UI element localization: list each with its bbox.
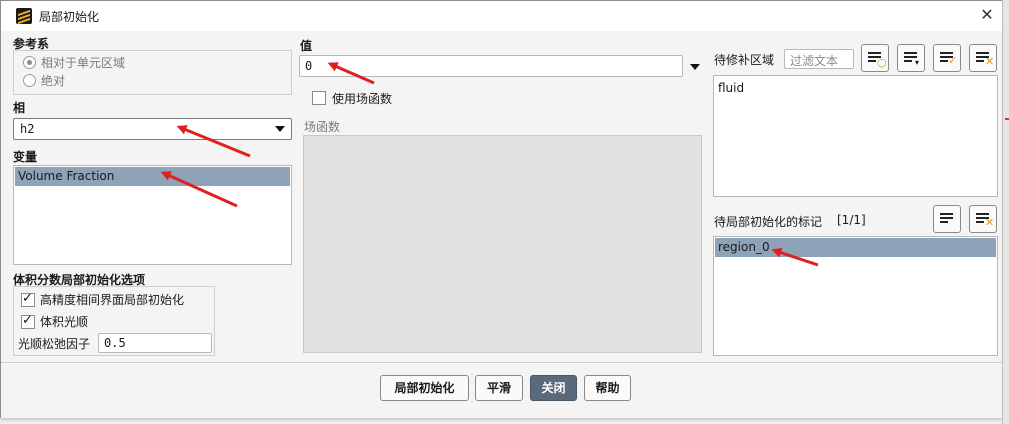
select-all-registers-button[interactable] bbox=[933, 205, 961, 233]
dialog-title: 局部初始化 bbox=[39, 10, 100, 24]
registers-list[interactable]: region_0 bbox=[713, 236, 998, 356]
chevron-down-small-icon: ▾ bbox=[915, 58, 920, 67]
registers-label: 待局部初始化的标记 bbox=[714, 215, 823, 229]
field-function-label: 场函数 bbox=[304, 120, 341, 134]
value-input-text: 0 bbox=[305, 59, 313, 73]
zones-filter-placeholder: 过滤文本 bbox=[790, 54, 839, 68]
clear-zones-button[interactable]: ✕ bbox=[969, 44, 997, 72]
clear-registers-button[interactable]: ✕ bbox=[969, 205, 997, 233]
smooth-button[interactable]: 平滑 bbox=[475, 375, 523, 401]
radio-relative-label: 相对于单元区域 bbox=[41, 56, 126, 70]
close-icon[interactable]: ✕ bbox=[977, 5, 997, 25]
value-label: 值 bbox=[300, 39, 313, 53]
radio-relative[interactable] bbox=[23, 56, 36, 69]
check-zones-button[interactable]: ✓ bbox=[933, 44, 961, 72]
relax-factor-label: 光顺松弛因子 bbox=[18, 337, 91, 351]
close-button[interactable]: 关闭 bbox=[530, 375, 577, 401]
zones-label: 待修补区域 bbox=[714, 53, 775, 67]
vof-options-group: 高精度相间界面局部初始化 体积光顺 光顺松弛因子 0.5 bbox=[13, 286, 215, 356]
select-all-zones-button[interactable]: ○ bbox=[861, 44, 889, 72]
use-field-function-checkbox[interactable] bbox=[312, 91, 326, 105]
relax-factor-input[interactable]: 0.5 bbox=[98, 333, 212, 353]
zone-item-fluid[interactable]: fluid bbox=[718, 81, 744, 95]
variable-list[interactable]: Volume Fraction bbox=[13, 165, 292, 265]
registers-count: [1/1] bbox=[837, 213, 866, 227]
relax-factor-value: 0.5 bbox=[104, 336, 126, 350]
value-dropdown-chevron-icon[interactable] bbox=[690, 64, 700, 70]
field-function-list bbox=[303, 135, 702, 353]
zone-list-menu-button[interactable]: ▾ bbox=[897, 44, 925, 72]
reference-frame-group: 相对于单元区域 绝对 bbox=[13, 50, 292, 95]
checkmark-icon: ✓ bbox=[948, 54, 958, 67]
high-res-label: 高精度相间界面局部初始化 bbox=[40, 293, 185, 307]
patch-button[interactable]: 局部初始化 bbox=[380, 375, 469, 401]
radio-absolute-label: 绝对 bbox=[41, 74, 66, 88]
phase-value: h2 bbox=[20, 122, 35, 136]
value-input[interactable]: 0 bbox=[299, 55, 683, 77]
clear-x-icon: ✕ bbox=[985, 55, 995, 68]
title-bar: 局部初始化 ✕ bbox=[1, 1, 1002, 31]
background-mark bbox=[1005, 118, 1009, 120]
zones-list[interactable]: fluid bbox=[713, 75, 998, 197]
clear-x-icon: ✕ bbox=[985, 216, 995, 229]
radio-absolute[interactable] bbox=[23, 74, 36, 87]
vol-smooth-label: 体积光顺 bbox=[40, 315, 89, 329]
high-res-checkbox[interactable] bbox=[21, 291, 35, 307]
patch-dialog: 局部初始化 ✕ 参考系 相对于单元区域 绝对 相 h2 变量 Volume Fr… bbox=[0, 0, 1003, 418]
vol-smooth-checkbox[interactable] bbox=[21, 313, 35, 329]
ring-icon: ○ bbox=[877, 56, 887, 69]
chevron-down-icon bbox=[275, 126, 285, 132]
variable-label: 变量 bbox=[13, 150, 38, 164]
help-button[interactable]: 帮助 bbox=[584, 375, 631, 401]
app-icon bbox=[16, 8, 32, 24]
register-item-label: region_0 bbox=[718, 240, 770, 254]
use-field-function-label: 使用场函数 bbox=[332, 92, 393, 106]
phase-label: 相 bbox=[13, 101, 26, 115]
phase-dropdown[interactable]: h2 bbox=[13, 118, 292, 140]
background-window-edge bbox=[1002, 0, 1009, 424]
zones-filter-input[interactable]: 过滤文本 bbox=[784, 49, 854, 69]
variable-item-label: Volume Fraction bbox=[18, 169, 115, 183]
